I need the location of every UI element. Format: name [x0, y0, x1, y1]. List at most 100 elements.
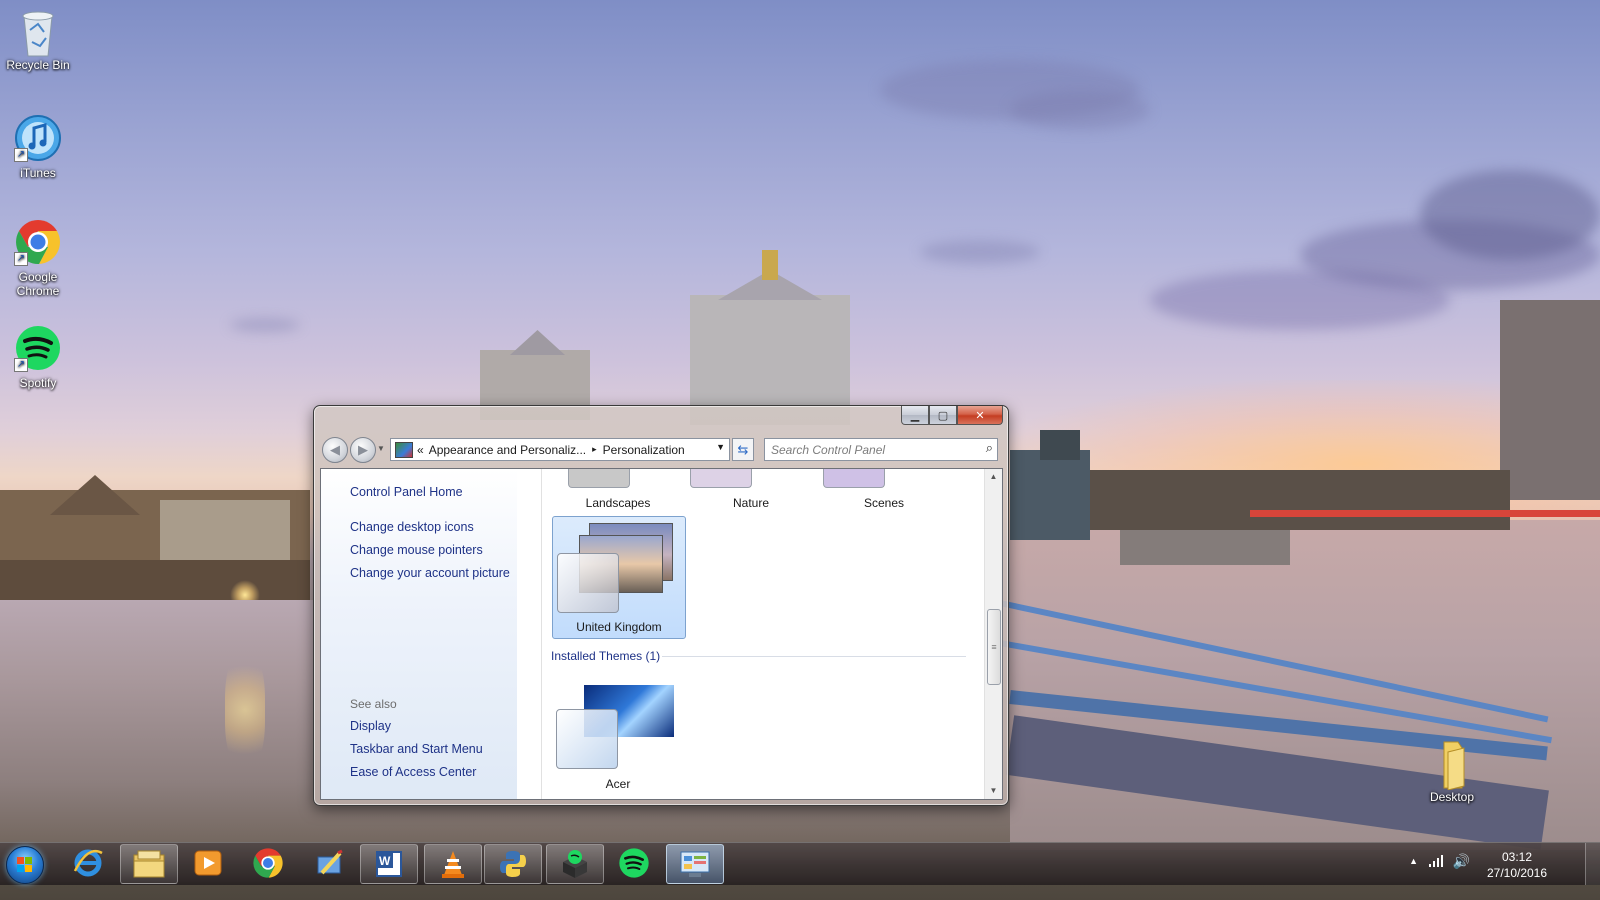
desktop-icon-label: Google Chrome	[16, 270, 60, 298]
theme-nature[interactable]: Nature	[685, 469, 817, 510]
close-button[interactable]: ✕	[957, 406, 1003, 425]
theme-acer[interactable]: Acer	[552, 675, 684, 791]
vertical-scrollbar[interactable]: ▲ ≡ ▼	[984, 469, 1002, 799]
window-content: Control Panel Home Change desktop icons …	[320, 468, 1003, 800]
search-icon[interactable]: ⌕	[986, 440, 993, 456]
taskbar-windows-explorer[interactable]	[120, 844, 178, 884]
search-placeholder: Search Control Panel	[771, 442, 886, 457]
desktop-icon-label: Desktop	[1429, 790, 1475, 804]
media-player-icon	[194, 850, 222, 876]
recent-pages-chevron-icon[interactable]: ▼	[377, 444, 385, 453]
personalization-window[interactable]: ▁ ▢ ✕ ◀ ▶ ▼ « Appearance and Personaliz.…	[313, 405, 1009, 806]
search-input[interactable]: Search Control Panel ⌕	[764, 438, 998, 461]
control-panel-icon	[680, 851, 710, 877]
breadcrumb-appearance[interactable]: Appearance and Personaliz...	[429, 443, 586, 457]
ie-icon	[73, 849, 103, 877]
taskbar-control-panel[interactable]	[666, 844, 724, 884]
taskbar-paint[interactable]	[302, 844, 358, 882]
refresh-icon: ⇆	[737, 442, 749, 457]
clock-time: 03:12	[1501, 850, 1533, 864]
taskbar-spotify-installer[interactable]	[546, 844, 604, 884]
control-panel-home-link[interactable]: Control Panel Home	[350, 485, 463, 499]
folder-icon	[1428, 738, 1476, 791]
maximize-button[interactable]: ▢	[929, 406, 957, 425]
see-also-label: See also	[350, 697, 397, 711]
desktop-icon-desktop-folder[interactable]: Desktop	[1414, 738, 1490, 804]
ease-of-access-link[interactable]: Ease of Access Center	[350, 765, 476, 779]
svg-text:W: W	[379, 854, 391, 868]
taskbar-media-player[interactable]	[180, 844, 236, 882]
clock-date: 27/10/2016	[1486, 866, 1548, 880]
volume-icon[interactable]: 🔊	[1453, 853, 1470, 870]
back-arrow-icon: ◀	[330, 442, 340, 457]
vlc-icon	[442, 851, 464, 878]
desktop-icon-spotify[interactable]: ↗ Spotify	[0, 324, 76, 390]
theme-landscapes[interactable]: Landscapes	[552, 469, 684, 510]
recycle-bin-icon	[14, 6, 62, 57]
task-pane: Control Panel Home Change desktop icons …	[321, 469, 517, 799]
taskbar-start-menu-link[interactable]: Taskbar and Start Menu	[350, 742, 483, 756]
caption-buttons: ▁ ▢ ✕	[901, 406, 1003, 425]
show-hidden-icons-icon[interactable]: ▲	[1409, 856, 1418, 866]
windows-logo-icon	[17, 857, 33, 873]
shortcut-arrow-icon: ↗	[14, 252, 28, 266]
taskbar: W ▲ 🔊 03:12 27/10/2016	[0, 842, 1600, 885]
theme-scenes[interactable]: Scenes	[818, 469, 950, 510]
taskbar-spotify[interactable]	[606, 844, 662, 882]
word-icon: W	[376, 851, 402, 877]
forward-arrow-icon: ▶	[358, 442, 368, 457]
theme-thumbnail	[568, 469, 630, 488]
minimize-icon: ▁	[910, 409, 920, 422]
taskbar-word[interactable]: W	[360, 844, 418, 884]
refresh-button[interactable]: ⇆	[732, 438, 754, 461]
display-link[interactable]: Display	[350, 719, 391, 733]
installed-themes-header: Installed Themes (1)	[551, 649, 661, 663]
address-dropdown-icon[interactable]: ▼	[716, 442, 725, 452]
address-bar[interactable]: « Appearance and Personaliz... ▸ Persona…	[390, 438, 730, 461]
python-icon	[500, 851, 526, 877]
shortcut-arrow-icon: ↗	[14, 148, 28, 162]
back-button[interactable]: ◀	[322, 437, 348, 463]
theme-united-kingdom[interactable]: United Kingdom	[552, 516, 686, 639]
scrollbar-thumb[interactable]: ≡	[987, 609, 1001, 685]
change-mouse-pointers-link[interactable]: Change mouse pointers	[350, 543, 483, 557]
shortcut-arrow-icon: ↗	[14, 358, 28, 372]
theme-gallery: Landscapes Nature Scenes United Kingdom …	[541, 469, 978, 799]
spotify-icon: ↗	[14, 324, 62, 372]
system-clock[interactable]: 03:12 27/10/2016	[1482, 849, 1552, 881]
navigation-bar: ◀ ▶ ▼ « Appearance and Personaliz... ▸ P…	[322, 437, 1000, 463]
minimize-button[interactable]: ▁	[901, 406, 929, 425]
taskbar-chrome[interactable]	[240, 844, 296, 882]
maximize-icon: ▢	[937, 409, 949, 422]
spotify-icon	[619, 848, 649, 878]
scroll-up-arrow-icon[interactable]: ▲	[985, 469, 1002, 485]
theme-color-swatch	[557, 553, 619, 613]
itunes-icon: ↗	[14, 114, 62, 162]
change-account-picture-link[interactable]: Change your account picture	[350, 566, 510, 580]
desktop-icon-label: iTunes	[20, 166, 56, 180]
breadcrumb-personalization[interactable]: Personalization	[603, 443, 685, 457]
theme-label: Landscapes	[585, 496, 651, 510]
scroll-down-arrow-icon[interactable]: ▼	[985, 783, 1002, 799]
taskbar-vlc[interactable]	[424, 844, 482, 884]
theme-label: Scenes	[863, 496, 905, 510]
taskbar-python[interactable]	[484, 844, 542, 884]
breadcrumb-separator-icon[interactable]: ▸	[592, 444, 597, 455]
desktop-icon-recycle-bin[interactable]: Recycle Bin	[0, 6, 76, 72]
chrome-icon	[253, 848, 283, 878]
desktop-icon-itunes[interactable]: ↗ iTunes	[0, 114, 76, 180]
address-overflow-chevron[interactable]: «	[417, 443, 424, 457]
network-icon[interactable]	[1428, 854, 1444, 871]
start-button[interactable]	[6, 846, 44, 884]
theme-thumbnail	[690, 469, 752, 488]
change-desktop-icons-link[interactable]: Change desktop icons	[350, 520, 474, 534]
desktop-icon-label: Recycle Bin	[6, 58, 70, 72]
theme-color-swatch	[556, 709, 618, 769]
show-desktop-button[interactable]	[1585, 843, 1600, 885]
forward-button[interactable]: ▶	[350, 437, 376, 463]
theme-label: Nature	[732, 496, 770, 510]
theme-label: United Kingdom	[576, 620, 662, 634]
chrome-icon: ↗	[14, 218, 62, 266]
taskbar-internet-explorer[interactable]	[60, 844, 116, 882]
desktop-icon-google-chrome[interactable]: ↗ Google Chrome	[0, 218, 76, 298]
